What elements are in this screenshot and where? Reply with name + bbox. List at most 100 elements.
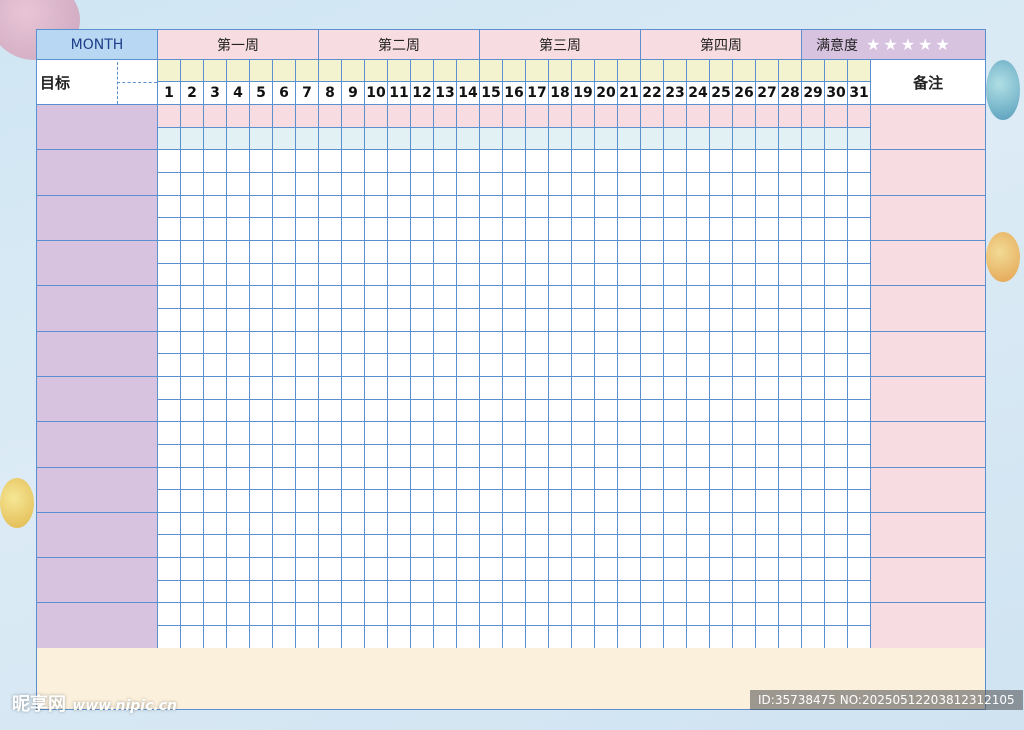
checkin-cell[interactable] <box>778 375 803 400</box>
checkin-cell[interactable] <box>203 149 227 173</box>
checkin-cell[interactable] <box>502 194 527 219</box>
checkin-cell[interactable] <box>755 239 780 264</box>
checkin-cell[interactable] <box>594 307 619 332</box>
checkin-cell[interactable] <box>410 285 435 309</box>
checkin-cell[interactable] <box>778 126 803 151</box>
checkin-cell[interactable] <box>686 421 711 445</box>
checkin-cell[interactable] <box>824 330 849 355</box>
checkin-cell[interactable] <box>226 398 250 423</box>
checkin-cell[interactable] <box>387 194 412 219</box>
checkin-cell[interactable] <box>801 511 826 536</box>
checkin-cell[interactable] <box>387 421 412 445</box>
checkin-cell[interactable] <box>709 285 734 309</box>
checkin-cell[interactable] <box>801 398 826 423</box>
checkin-cell[interactable] <box>732 398 757 423</box>
checkin-cell[interactable] <box>778 421 803 445</box>
checkin-cell[interactable] <box>548 421 573 445</box>
checkin-cell[interactable] <box>456 262 481 287</box>
checkin-cell[interactable] <box>226 443 250 468</box>
checkin-cell[interactable] <box>640 534 665 559</box>
checkin-cell[interactable] <box>387 126 412 151</box>
checkin-cell[interactable] <box>686 194 711 219</box>
checkin-cell[interactable] <box>732 466 757 491</box>
checkin-cell[interactable] <box>686 104 711 128</box>
checkin-cell[interactable] <box>249 262 273 287</box>
checkin-cell[interactable] <box>801 194 826 219</box>
checkin-cell[interactable] <box>847 421 872 445</box>
checkin-cell[interactable] <box>180 262 204 287</box>
checkin-cell[interactable] <box>341 602 366 627</box>
checkin-cell[interactable] <box>663 398 688 423</box>
checkin-cell[interactable] <box>180 353 204 377</box>
checkin-cell[interactable] <box>479 171 504 196</box>
checkin-cell[interactable] <box>203 239 227 264</box>
checkin-cell[interactable] <box>272 443 296 468</box>
checkin-cell[interactable] <box>824 602 849 627</box>
checkin-cell[interactable] <box>456 194 481 219</box>
checkin-cell[interactable] <box>479 194 504 219</box>
checkin-cell[interactable] <box>617 443 642 468</box>
checkin-cell[interactable] <box>226 171 250 196</box>
checkin-cell[interactable] <box>617 149 642 173</box>
checkin-cell[interactable] <box>364 126 389 151</box>
checkin-cell[interactable] <box>410 579 435 604</box>
checkin-cell[interactable] <box>732 262 757 287</box>
checkin-cell[interactable] <box>571 421 596 445</box>
checkin-cell[interactable] <box>594 194 619 219</box>
checkin-cell[interactable] <box>203 625 227 649</box>
checkin-cell[interactable] <box>410 489 435 513</box>
checkin-cell[interactable] <box>433 149 458 173</box>
checkin-cell[interactable] <box>249 375 273 400</box>
checkin-cell[interactable] <box>341 330 366 355</box>
checkin-cell[interactable] <box>502 285 527 309</box>
checkin-cell[interactable] <box>433 239 458 264</box>
checkin-cell[interactable] <box>617 262 642 287</box>
checkin-cell[interactable] <box>847 398 872 423</box>
checkin-cell[interactable] <box>226 104 250 128</box>
checkin-cell[interactable] <box>157 466 181 491</box>
checkin-cell[interactable] <box>157 239 181 264</box>
checkin-cell[interactable] <box>364 443 389 468</box>
checkin-cell[interactable] <box>847 602 872 627</box>
checkin-cell[interactable] <box>801 466 826 491</box>
checkin-cell[interactable] <box>548 194 573 219</box>
checkin-cell[interactable] <box>778 398 803 423</box>
checkin-cell[interactable] <box>663 217 688 241</box>
checkin-cell[interactable] <box>778 262 803 287</box>
checkin-cell[interactable] <box>640 217 665 241</box>
checkin-cell[interactable] <box>548 307 573 332</box>
checkin-cell[interactable] <box>847 353 872 377</box>
checkin-cell[interactable] <box>732 511 757 536</box>
checkin-cell[interactable] <box>180 466 204 491</box>
checkin-cell[interactable] <box>180 625 204 649</box>
checkin-cell[interactable] <box>525 511 550 536</box>
checkin-cell[interactable] <box>294 149 320 173</box>
checkin-cell[interactable] <box>341 489 366 513</box>
checkin-cell[interactable] <box>801 353 826 377</box>
checkin-cell[interactable] <box>294 285 320 309</box>
checkin-cell[interactable] <box>203 421 227 445</box>
checkin-cell[interactable] <box>294 398 320 423</box>
checkin-cell[interactable] <box>410 149 435 173</box>
checkin-cell[interactable] <box>502 330 527 355</box>
checkin-cell[interactable] <box>594 557 619 581</box>
checkin-cell[interactable] <box>479 239 504 264</box>
checkin-cell[interactable] <box>294 375 320 400</box>
checkin-cell[interactable] <box>226 149 250 173</box>
checkin-cell[interactable] <box>640 398 665 423</box>
goal-cell[interactable] <box>36 421 158 468</box>
goal-cell[interactable] <box>36 149 158 196</box>
checkin-cell[interactable] <box>548 466 573 491</box>
note-cell[interactable] <box>870 557 987 604</box>
checkin-cell[interactable] <box>801 443 826 468</box>
checkin-cell[interactable] <box>456 375 481 400</box>
checkin-cell[interactable] <box>249 421 273 445</box>
checkin-cell[interactable] <box>272 194 296 219</box>
checkin-cell[interactable] <box>157 194 181 219</box>
checkin-cell[interactable] <box>709 466 734 491</box>
checkin-cell[interactable] <box>410 307 435 332</box>
checkin-cell[interactable] <box>203 398 227 423</box>
checkin-cell[interactable] <box>525 217 550 241</box>
checkin-cell[interactable] <box>824 194 849 219</box>
checkin-cell[interactable] <box>456 398 481 423</box>
